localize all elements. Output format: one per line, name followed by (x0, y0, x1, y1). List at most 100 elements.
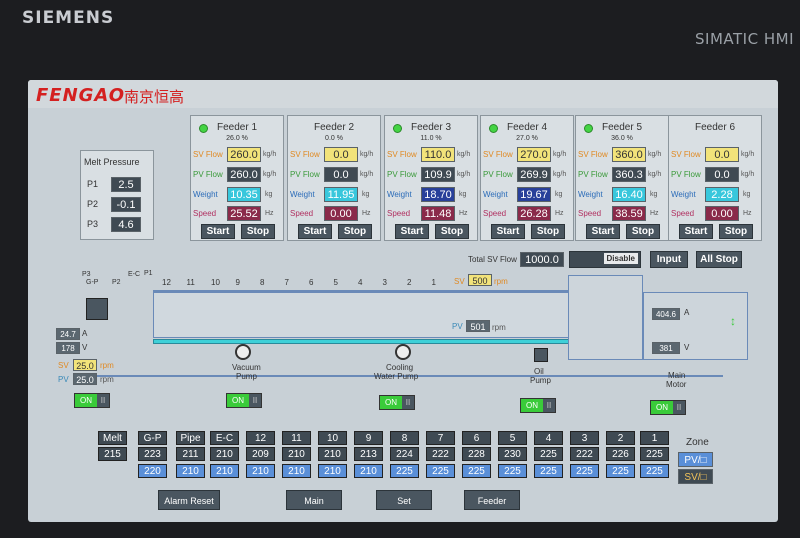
sv-flow-value[interactable]: 360.0 (612, 147, 646, 162)
input-button[interactable]: Input (650, 251, 688, 268)
melt-pump-toggle[interactable]: ON II (74, 393, 110, 408)
main-motor-toggle[interactable]: ON II (650, 400, 686, 415)
start-button[interactable]: Start (298, 224, 332, 239)
stop-button[interactable]: Stop (719, 224, 753, 239)
label-ec: E-C (128, 271, 141, 278)
start-button[interactable]: Start (586, 224, 620, 239)
toggle-on-label: ON (380, 396, 402, 409)
speed-label: Speed (671, 209, 695, 218)
speed-value: 0.00 (324, 206, 358, 221)
zone-sv-value[interactable]: 222 (570, 447, 599, 461)
set-button[interactable]: Set (376, 490, 432, 510)
zone-sv-value[interactable]: 210 (282, 447, 311, 461)
cooling-pump-toggle[interactable]: ON II (379, 395, 415, 410)
main-button[interactable]: Main (286, 490, 342, 510)
cooling-label-1: Cooling (386, 363, 414, 372)
zone-sv-value[interactable]: 209 (246, 447, 275, 461)
speed-value: 25.52 (227, 206, 261, 221)
stop-button[interactable]: Stop (626, 224, 660, 239)
pv-flow-label: PV Flow (193, 170, 223, 179)
zone-sv-value[interactable]: 225 (640, 447, 669, 461)
all-stop-button[interactable]: All Stop (696, 251, 742, 268)
vacuum-pump-toggle[interactable]: ON II (226, 393, 262, 408)
zone-pv-value: 225 (570, 464, 599, 478)
zone-sv-value[interactable]: 223 (138, 447, 167, 461)
weight-label: Weight (578, 190, 603, 199)
weight-unit: kg (362, 191, 370, 198)
cooling-label-2: Water Pump (374, 372, 419, 381)
p1-label: P1 (87, 179, 99, 189)
sv-flow-value[interactable]: 260.0 (227, 147, 261, 162)
cooling-pump-icon (395, 344, 411, 360)
zone-pv-value: 210 (318, 464, 347, 478)
melt-pump-pv-label: PV (58, 375, 69, 384)
weight-label: Weight (290, 190, 315, 199)
melt-pump-pv-unit: rpm (100, 375, 114, 384)
pv-flow-label: PV Flow (578, 170, 608, 179)
zone-sv-value[interactable]: 215 (98, 447, 127, 461)
pv-flow-value: 0.0 (705, 167, 739, 182)
barrel-zone-number: 10 (211, 278, 220, 287)
zone-header: Pipe (176, 431, 205, 445)
zone-header: 5 (498, 431, 527, 445)
start-button[interactable]: Start (491, 224, 525, 239)
label-p1: P1 (144, 270, 153, 277)
pv-flow-value: 260.0 (227, 167, 261, 182)
sv-flow-value[interactable]: 0.0 (324, 147, 358, 162)
zone-sv-value[interactable]: 224 (390, 447, 419, 461)
stop-button[interactable]: Stop (435, 224, 469, 239)
zone-pv-value: 210 (354, 464, 383, 478)
pv-flow-value: 109.9 (421, 167, 455, 182)
zone-sv-value[interactable]: 226 (606, 447, 635, 461)
zone-pv-value: 225 (462, 464, 491, 478)
stop-button[interactable]: Stop (338, 224, 372, 239)
start-button[interactable]: Start (395, 224, 429, 239)
bezel-brand: SIEMENS (22, 8, 115, 28)
sv-flow-value[interactable]: 270.0 (517, 147, 551, 162)
feeder-button[interactable]: Feeder (464, 490, 520, 510)
zone-sv-value[interactable]: 210 (210, 447, 239, 461)
zone-sv-value[interactable]: 211 (176, 447, 205, 461)
sv-flow-label: SV Flow (290, 150, 320, 159)
zone-header: E-C (210, 431, 239, 445)
zone-sv-value[interactable]: 230 (498, 447, 527, 461)
feeder-percent: 26.0 % (226, 135, 248, 142)
screw-pv-label: PV (452, 322, 463, 331)
oil-pump-toggle[interactable]: ON II (520, 398, 556, 413)
sv-flow-label: SV Flow (193, 150, 223, 159)
weight-label: Weight (387, 190, 412, 199)
sv-flow-unit: kg/h (741, 151, 755, 158)
zone-header: 12 (246, 431, 275, 445)
pv-flow-unit: kg/h (648, 171, 662, 178)
barrel-zone-number: 3 (382, 278, 387, 287)
zone-pv-value: 210 (210, 464, 239, 478)
stop-button[interactable]: Stop (531, 224, 565, 239)
weight-value: 19.67 (517, 187, 551, 202)
sv-flow-value[interactable]: 110.0 (421, 147, 455, 162)
zone-pv-value: 210 (176, 464, 205, 478)
zone-sv-value[interactable]: 222 (426, 447, 455, 461)
vacuum-pump-icon (235, 344, 251, 360)
disable-toggle[interactable]: Disable (569, 251, 641, 268)
zone-sv-value[interactable]: 210 (318, 447, 347, 461)
zone-header: 4 (534, 431, 563, 445)
screw-pv-value: 501 (466, 320, 490, 332)
zone-sv-value[interactable]: 228 (462, 447, 491, 461)
alarm-reset-button[interactable]: Alarm Reset (158, 490, 220, 510)
pv-flow-label: PV Flow (671, 170, 701, 179)
melt-pump-unit-a: A (82, 329, 88, 338)
speed-unit: Hz (362, 210, 371, 217)
start-button[interactable]: Start (201, 224, 235, 239)
sv-flow-value[interactable]: 0.0 (705, 147, 739, 162)
sv-flow-unit: kg/h (360, 151, 374, 158)
zone-header: 7 (426, 431, 455, 445)
stop-button[interactable]: Stop (241, 224, 275, 239)
zone-sv-value[interactable]: 213 (354, 447, 383, 461)
zone-pv-value: 210 (246, 464, 275, 478)
zone-sv-value[interactable]: 225 (534, 447, 563, 461)
p2-value: -0.1 (111, 197, 141, 212)
toggle-on-label: ON (651, 401, 673, 414)
pv-flow-unit: kg/h (741, 171, 755, 178)
speed-label: Speed (193, 209, 217, 218)
start-button[interactable]: Start (679, 224, 713, 239)
